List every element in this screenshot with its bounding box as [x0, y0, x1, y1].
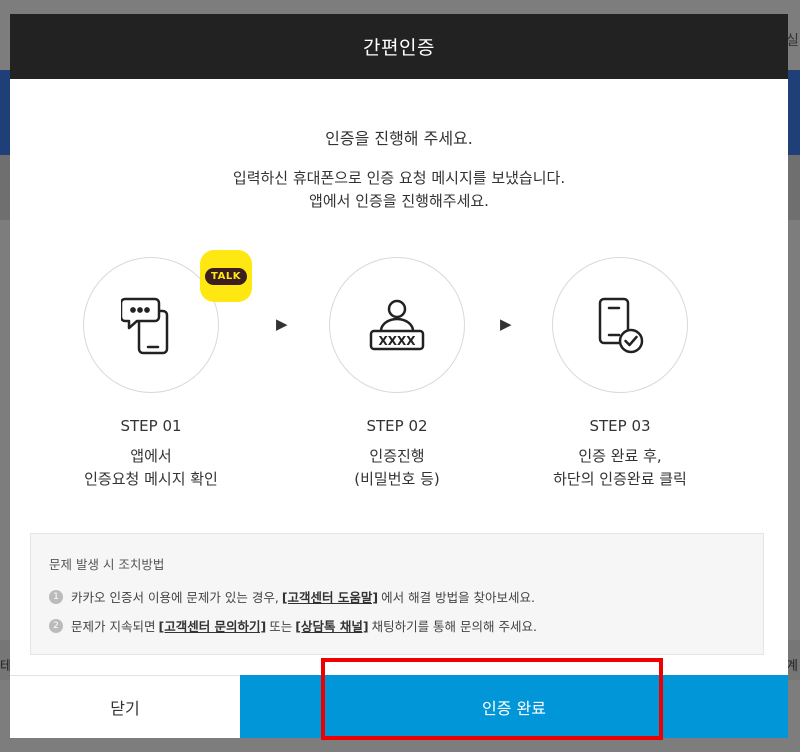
chat-channel-link[interactable]: [상담톡 채널]: [295, 616, 368, 635]
intro-text: 인증을 진행해 주세요. 입력하신 휴대폰으로 인증 요청 메시지를 보냈습니다…: [10, 125, 788, 213]
step-2: XXXX STEP 02 인증진행 (비밀번호 등): [287, 257, 507, 491]
step-desc: 앱에서: [130, 447, 172, 465]
steps-container: TALK STEP 01 앱에서 인증요청 메시지 확인 ▶ XXXX STEP…: [10, 250, 788, 497]
phone-chat-icon: [121, 297, 169, 355]
help-title: 문제 발생 시 조치방법: [49, 557, 165, 572]
step-circle: TALK: [83, 250, 252, 393]
modal-header: 간편인증: [10, 14, 788, 79]
intro-line: 입력하신 휴대폰으로 인증 요청 메시지를 보냈습니다.: [232, 169, 566, 187]
help-text: 문제가 지속되면: [71, 619, 156, 634]
help-line-2: 2 문제가 지속되면 [고객센터 문의하기] 또는 [상담톡 채널] 채팅하기를…: [49, 616, 745, 635]
kakao-talk-badge: TALK: [200, 250, 252, 302]
arrow-right-icon: ▶: [276, 315, 288, 333]
close-button[interactable]: 닫기: [10, 675, 240, 738]
intro-line: 앱에서 인증을 진행해주세요.: [309, 192, 489, 210]
step-circle: [552, 257, 688, 393]
kakao-talk-logo: TALK: [205, 267, 247, 285]
help-center-link[interactable]: [고객센터 도움말]: [282, 587, 378, 606]
svg-text:XXXX: XXXX: [378, 334, 416, 348]
phone-check-icon: [598, 297, 644, 354]
number-badge: 1: [49, 589, 63, 604]
step-desc: 하단의 인증완료 클릭: [553, 470, 687, 488]
intro-title: 인증을 진행해 주세요.: [325, 129, 473, 148]
help-text: 카카오 인증서 이용에 문제가 있는 경우,: [71, 590, 279, 605]
auth-modal: 간편인증 인증을 진행해 주세요. 입력하신 휴대폰으로 인증 요청 메시지를 …: [10, 14, 788, 738]
step-3: STEP 03 인증 완료 후, 하단의 인증완료 클릭: [510, 257, 730, 491]
modal-title: 간편인증: [363, 37, 435, 59]
help-box: 문제 발생 시 조치방법 1 카카오 인증서 이용에 문제가 있는 경우, [고…: [30, 533, 764, 655]
contact-support-link[interactable]: [고객센터 문의하기]: [158, 616, 266, 635]
step-desc: 인증요청 메시지 확인: [84, 470, 218, 488]
step-desc: (비밀번호 등): [354, 470, 440, 488]
help-line-1: 1 카카오 인증서 이용에 문제가 있는 경우, [고객센터 도움말] 에서 해…: [49, 587, 745, 606]
help-text: 또는: [269, 619, 293, 634]
step-1: TALK STEP 01 앱에서 인증요청 메시지 확인: [41, 250, 261, 491]
step-desc: 인증진행: [369, 447, 425, 465]
user-password-icon: XXXX: [369, 299, 425, 351]
step-circle: XXXX: [329, 257, 465, 393]
auth-complete-button[interactable]: 인증 완료: [240, 675, 788, 738]
step-label: STEP 02: [366, 417, 428, 435]
number-badge: 2: [49, 618, 63, 633]
help-text: 채팅하기를 통해 문의해 주세요.: [371, 619, 537, 634]
step-label: STEP 03: [589, 417, 651, 435]
background-accent-left: [0, 70, 10, 155]
modal-footer: 닫기 인증 완료: [10, 675, 788, 738]
step-desc: 인증 완료 후,: [578, 447, 662, 465]
help-text: 에서 해결 방법을 찾아보세요.: [381, 590, 536, 605]
step-label: STEP 01: [120, 417, 182, 435]
